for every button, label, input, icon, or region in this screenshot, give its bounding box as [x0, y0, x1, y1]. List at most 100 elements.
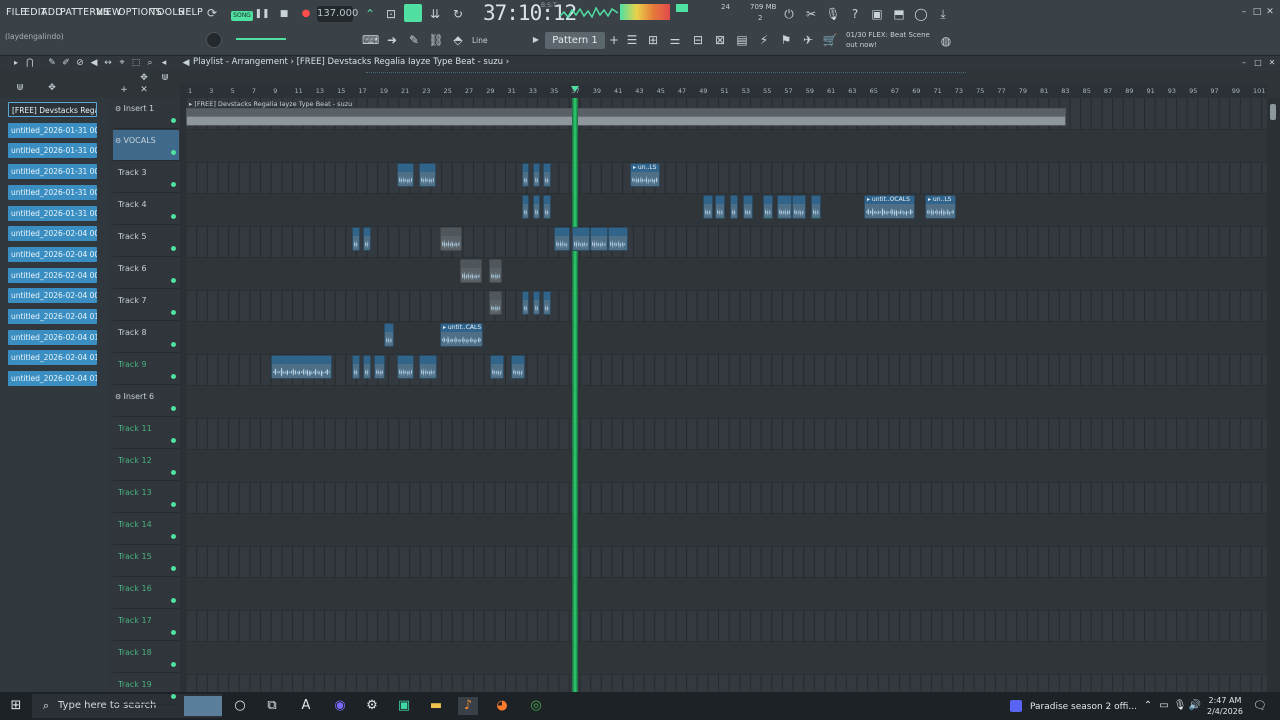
- app-a-icon[interactable]: A: [296, 697, 316, 715]
- stop-icon[interactable]: ■: [276, 6, 292, 22]
- track-header[interactable]: Track 6: [113, 258, 179, 289]
- track-mute-led-icon[interactable]: [171, 182, 176, 187]
- audio-clip[interactable]: [590, 227, 608, 251]
- help-icon[interactable]: ?: [847, 6, 863, 22]
- mixer-icon[interactable]: ⚌: [667, 32, 683, 48]
- playlist-breadcrumb[interactable]: Playlist - Arrangement › [FREE] Devstack…: [193, 57, 509, 67]
- add-track-icon[interactable]: +: [116, 82, 132, 98]
- picker-item[interactable]: untitled_2026-02-04 00-...: [8, 247, 97, 262]
- vertical-scrollbar[interactable]: [1267, 98, 1280, 692]
- media-app-icon[interactable]: [1010, 700, 1022, 712]
- track-mute-led-icon[interactable]: [171, 630, 176, 635]
- picker-item[interactable]: [FREE] Devstacks Regalia...: [8, 102, 97, 117]
- app-green-icon[interactable]: ▣: [394, 697, 414, 715]
- power-icon[interactable]: ⏻: [781, 6, 797, 22]
- pattern-selector[interactable]: Pattern 1: [545, 32, 605, 49]
- back-icon[interactable]: ◀: [178, 55, 194, 71]
- track-header[interactable]: Track 11: [113, 418, 179, 449]
- audio-clip[interactable]: [363, 355, 371, 379]
- news-line-1[interactable]: 01/30 FLEX: Beat Scene: [846, 31, 930, 39]
- notifications-icon[interactable]: 🗨: [1250, 697, 1270, 715]
- track-mute-led-icon[interactable]: [171, 118, 176, 123]
- audio-clip-main-beat[interactable]: ▸ [FREE] Devstacks Regalia Iayze Type Be…: [186, 100, 1066, 126]
- microphone-icon[interactable]: 🎙: [825, 6, 841, 22]
- audio-clip[interactable]: [522, 291, 529, 315]
- volume-icon[interactable]: 🔊: [1185, 697, 1205, 715]
- audio-clip[interactable]: [572, 227, 590, 251]
- audio-clip[interactable]: [522, 195, 529, 219]
- track-mute-led-icon[interactable]: [171, 470, 176, 475]
- brush-icon[interactable]: ✎: [406, 32, 422, 48]
- picker-item[interactable]: untitled_2026-02-04 01-...: [8, 350, 97, 365]
- task-view-icon[interactable]: ⧉: [262, 697, 282, 715]
- discord-icon[interactable]: ◉: [330, 697, 350, 715]
- play-arrow-icon[interactable]: ▶: [528, 32, 544, 48]
- track-mute-led-icon[interactable]: [171, 406, 176, 411]
- track-header[interactable]: ⚙ Insert 1: [113, 98, 179, 129]
- stamp-icon[interactable]: ⬘: [450, 32, 466, 48]
- picker-item[interactable]: untitled_2026-01-31 00-...: [8, 143, 97, 158]
- playhead[interactable]: [572, 98, 578, 692]
- audio-clip[interactable]: [715, 195, 725, 219]
- audio-clip[interactable]: ▸ untit..OCALS: [864, 195, 915, 219]
- audio-clip[interactable]: [460, 259, 482, 283]
- playlist-overview-scroll[interactable]: [366, 72, 966, 82]
- playlist-grid[interactable]: ▸ [FREE] Devstacks Regalia Iayze Type Be…: [186, 98, 1267, 692]
- audio-clip[interactable]: ▸ un..LS: [630, 163, 660, 187]
- track-header[interactable]: Track 12: [113, 450, 179, 481]
- track-mute-led-icon[interactable]: [171, 374, 176, 379]
- step-sequencer-icon[interactable]: ⊟: [690, 32, 706, 48]
- track-mute-led-icon[interactable]: [171, 214, 176, 219]
- master-volume-slider[interactable]: [236, 38, 286, 40]
- vertical-scrollbar-thumb[interactable]: [1270, 104, 1276, 120]
- track-mute-led-icon[interactable]: [171, 246, 176, 251]
- tools-icon[interactable]: ✂: [803, 6, 819, 22]
- firefox-icon[interactable]: ◕: [492, 697, 512, 715]
- pause-icon[interactable]: ❚❚: [254, 6, 270, 22]
- audio-clip[interactable]: [489, 291, 502, 315]
- track-header[interactable]: Track 9: [113, 354, 179, 385]
- audio-clip[interactable]: [554, 227, 570, 251]
- refresh-icon[interactable]: ⟳: [204, 5, 220, 21]
- track-header[interactable]: Track 16: [113, 578, 179, 609]
- track-header[interactable]: Track 5: [113, 226, 179, 257]
- playlist-icon[interactable]: ☰: [624, 32, 640, 48]
- chrome-icon[interactable]: ◎: [526, 697, 546, 715]
- channel-rack-icon[interactable]: ⊞: [645, 32, 661, 48]
- audio-clip[interactable]: [703, 195, 713, 219]
- track-mute-led-icon[interactable]: [171, 662, 176, 667]
- add-pattern-icon[interactable]: +: [606, 32, 622, 48]
- audio-clip[interactable]: ▸ un..LS: [925, 195, 956, 219]
- time-ruler[interactable]: 1357911131517192123252729313335373941434…: [180, 84, 1267, 98]
- audio-clip[interactable]: ▸ untit..CALS: [440, 323, 483, 347]
- metronome-icon[interactable]: ⌃: [362, 6, 378, 22]
- snap-selector[interactable]: Line: [472, 36, 488, 45]
- globe-icon[interactable]: ◍: [938, 33, 954, 49]
- audio-clip[interactable]: [543, 291, 551, 315]
- audio-clip[interactable]: [533, 163, 540, 187]
- audio-clip[interactable]: [271, 355, 332, 379]
- audio-clip[interactable]: [533, 291, 540, 315]
- audio-clip[interactable]: [397, 355, 414, 379]
- track-header[interactable]: Track 4: [113, 194, 179, 225]
- track-header[interactable]: ⚙ Insert 6: [113, 386, 179, 417]
- audio-clip[interactable]: [777, 195, 792, 219]
- audio-clip[interactable]: [743, 195, 753, 219]
- menu-help[interactable]: HELP: [178, 7, 203, 18]
- track-header[interactable]: Track 17: [113, 610, 179, 641]
- audio-clip[interactable]: [352, 227, 360, 251]
- browser-menu-icon[interactable]: ⋓: [12, 80, 28, 96]
- touch-keyboard-icon[interactable]: ✈: [800, 32, 816, 48]
- media-title[interactable]: Paradise season 2 offi...: [1030, 702, 1137, 712]
- track-mute-led-icon[interactable]: [171, 534, 176, 539]
- picker-item[interactable]: untitled_2026-02-04 01-...: [8, 309, 97, 324]
- audio-clip[interactable]: [363, 227, 371, 251]
- track-mute-led-icon[interactable]: [171, 438, 176, 443]
- track-header[interactable]: Track 15: [113, 546, 179, 577]
- taskbar-clock[interactable]: 2:47 AM 2/4/2026: [1207, 695, 1243, 717]
- audio-clip[interactable]: [792, 195, 806, 219]
- news-line-2[interactable]: out now!: [846, 41, 877, 49]
- track-mute-led-icon[interactable]: [171, 310, 176, 315]
- picker-item[interactable]: untitled_2026-01-31 00-...: [8, 164, 97, 179]
- arrow-icon[interactable]: ➜: [384, 32, 400, 48]
